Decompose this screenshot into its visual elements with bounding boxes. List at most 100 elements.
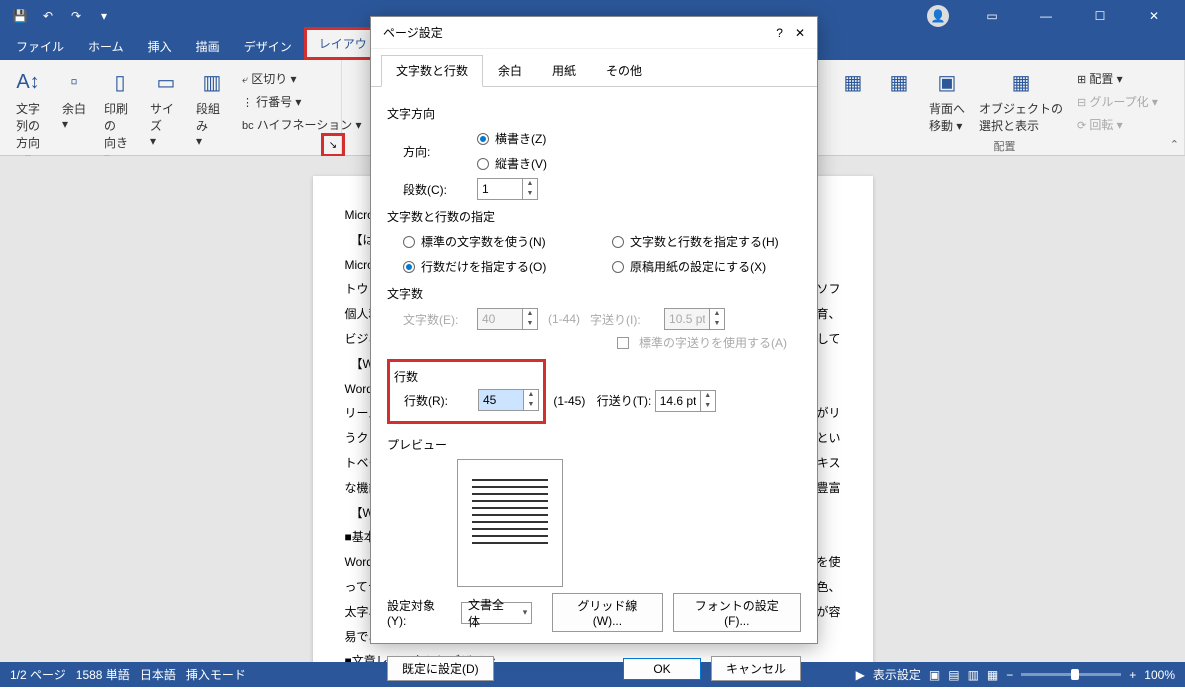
line-numbers-button[interactable]: ⋮ 行番号 ▾ (238, 91, 366, 112)
lines-range: (1-45) (553, 394, 585, 408)
dialog-help-icon[interactable]: ? (776, 26, 783, 40)
status-insert-mode[interactable]: 挿入モード (186, 666, 246, 683)
orientation-button[interactable]: ▯印刷の 向き ▾ (100, 64, 140, 167)
status-language[interactable]: 日本語 (140, 666, 176, 683)
ribbon-group-arrange: 配置 (833, 136, 1176, 154)
default-pitch-checkbox (617, 337, 629, 349)
lines-input[interactable] (479, 390, 523, 410)
text-direction-button[interactable]: A↕文字列の 方向 ▾ (8, 64, 48, 167)
cancel-button[interactable]: キャンセル (711, 656, 801, 681)
zoom-slider[interactable] (1021, 673, 1121, 676)
dialog-tab-chars-lines[interactable]: 文字数と行数 (381, 55, 483, 87)
tab-insert[interactable]: 挿入 (136, 33, 184, 60)
maximize-icon[interactable]: ☐ (1077, 0, 1123, 32)
selection-pane-button[interactable]: ▦オブジェクトの 選択と表示 (975, 64, 1067, 136)
lines-spinner[interactable]: ▲▼ (478, 389, 539, 411)
send-backward-button[interactable]: ▣背面へ 移動 ▾ (925, 64, 969, 136)
user-avatar[interactable]: 👤 (927, 5, 949, 27)
web-layout-icon[interactable]: ▦ (987, 668, 998, 682)
ribbon-collapse-icon[interactable]: ⌃ (1170, 138, 1179, 151)
grid-button[interactable]: グリッド線(W)... (552, 593, 662, 632)
apply-to-label: 設定対象(Y): (387, 597, 451, 628)
print-layout-icon[interactable]: ▥ (968, 668, 979, 682)
radio-vertical-label: 縦書き(V) (495, 155, 547, 172)
text-direction-section: 文字方向 (387, 105, 801, 122)
status-words[interactable]: 1588 単語 (76, 666, 130, 683)
set-default-button[interactable]: 既定に設定(D) (387, 656, 494, 681)
ribbon-display-icon[interactable]: ▭ (969, 0, 1015, 32)
specify-section: 文字数と行数の指定 (387, 208, 801, 225)
redo-icon[interactable]: ↷ (64, 4, 88, 28)
lines-label: 行数(R): (404, 392, 468, 409)
wrap-text-button[interactable]: ▦ (879, 64, 919, 136)
group-button: ⊟ グループ化 ▾ (1073, 91, 1162, 112)
radio-genkou-label: 原稿用紙の設定にする(X) (630, 258, 766, 275)
save-icon[interactable]: 💾 (8, 4, 32, 28)
radio-standard-label: 標準の文字数を使う(N) (421, 233, 546, 250)
radio-lines-only[interactable] (403, 261, 415, 273)
radio-specify-both-label: 文字数と行数を指定する(H) (630, 233, 779, 250)
display-settings-icon[interactable]: ▶ (856, 668, 865, 682)
status-display-settings[interactable]: 表示設定 (873, 666, 921, 683)
margins-button[interactable]: ▫余白 ▾ (54, 64, 94, 167)
radio-lines-only-label: 行数だけを指定する(O) (421, 258, 546, 275)
qat-customize-icon[interactable]: ▾ (92, 4, 116, 28)
radio-vertical[interactable] (477, 158, 489, 170)
preview-box (457, 459, 563, 587)
zoom-in-icon[interactable]: + (1129, 668, 1136, 682)
tab-file[interactable]: ファイル (4, 33, 76, 60)
position-button[interactable]: ▦ (833, 64, 873, 136)
zoom-out-icon[interactable]: − (1006, 668, 1013, 682)
char-pitch-spinner: ▲▼ (664, 308, 725, 330)
page-setup-dialog-launcher[interactable]: ↘ (321, 133, 345, 157)
radio-horizontal-label: 横書き(Z) (495, 130, 546, 147)
char-pitch-label: 字送り(I): (590, 311, 654, 328)
quick-access-toolbar: 💾 ↶ ↷ ▾ (8, 4, 116, 28)
chars-label: 文字数(E): (403, 311, 467, 328)
chars-input (478, 309, 522, 329)
titlebar-right: 👤 ▭ — ☐ ✕ (927, 0, 1177, 32)
hyphenation-button[interactable]: bc ハイフネーション ▾ (238, 114, 366, 135)
lines-section: 行数 (394, 368, 539, 385)
columns-spinner[interactable]: ▲▼ (477, 178, 538, 200)
dialog-close-icon[interactable]: ✕ (795, 26, 805, 40)
dialog-tabs: 文字数と行数 余白 用紙 その他 (371, 49, 817, 87)
line-pitch-spinner[interactable]: ▲▼ (655, 390, 716, 412)
dialog-tab-paper[interactable]: 用紙 (537, 55, 591, 86)
radio-horizontal[interactable] (477, 133, 489, 145)
tab-draw[interactable]: 描画 (184, 33, 232, 60)
columns-button[interactable]: ▥段組み ▾ (192, 64, 232, 167)
zoom-level[interactable]: 100% (1144, 668, 1175, 682)
chars-section: 文字数 (387, 285, 801, 302)
line-pitch-input[interactable] (656, 391, 700, 411)
radio-specify-both[interactable] (612, 236, 624, 248)
read-mode-icon[interactable]: ▤ (948, 668, 959, 682)
minimize-icon[interactable]: — (1023, 0, 1069, 32)
dialog-titlebar: ページ設定 ? ✕ (371, 17, 817, 49)
dialog-tab-margins[interactable]: 余白 (483, 55, 537, 86)
preview-section: プレビュー (387, 436, 801, 453)
undo-icon[interactable]: ↶ (36, 4, 60, 28)
radio-genkou[interactable] (612, 261, 624, 273)
size-button[interactable]: ▭サイズ ▾ (146, 64, 186, 167)
dialog-tab-other[interactable]: その他 (591, 55, 657, 86)
align-button[interactable]: ⊞ 配置 ▾ (1073, 68, 1162, 89)
line-pitch-label: 行送り(T): (597, 394, 652, 408)
default-pitch-label: 標準の字送りを使用する(A) (639, 334, 787, 351)
close-icon[interactable]: ✕ (1131, 0, 1177, 32)
apply-to-select[interactable]: 文書全体 (461, 602, 532, 624)
columns-input[interactable] (478, 179, 522, 199)
breaks-button[interactable]: ⤶ 区切り ▾ (238, 68, 366, 89)
tab-home[interactable]: ホーム (76, 33, 136, 60)
tab-design[interactable]: デザイン (232, 33, 304, 60)
chars-spinner: ▲▼ (477, 308, 538, 330)
radio-standard[interactable] (403, 236, 415, 248)
font-settings-button[interactable]: フォントの設定(F)... (673, 593, 801, 632)
focus-mode-icon[interactable]: ▣ (929, 668, 940, 682)
status-page[interactable]: 1/2 ページ (10, 666, 66, 683)
ok-button[interactable]: OK (623, 658, 701, 680)
page-setup-dialog: ページ設定 ? ✕ 文字数と行数 余白 用紙 その他 文字方向 方向: 横書き(… (370, 16, 818, 644)
chars-range: (1-44) (548, 312, 580, 326)
direction-label: 方向: (403, 143, 467, 160)
columns-label: 段数(C): (403, 181, 467, 198)
